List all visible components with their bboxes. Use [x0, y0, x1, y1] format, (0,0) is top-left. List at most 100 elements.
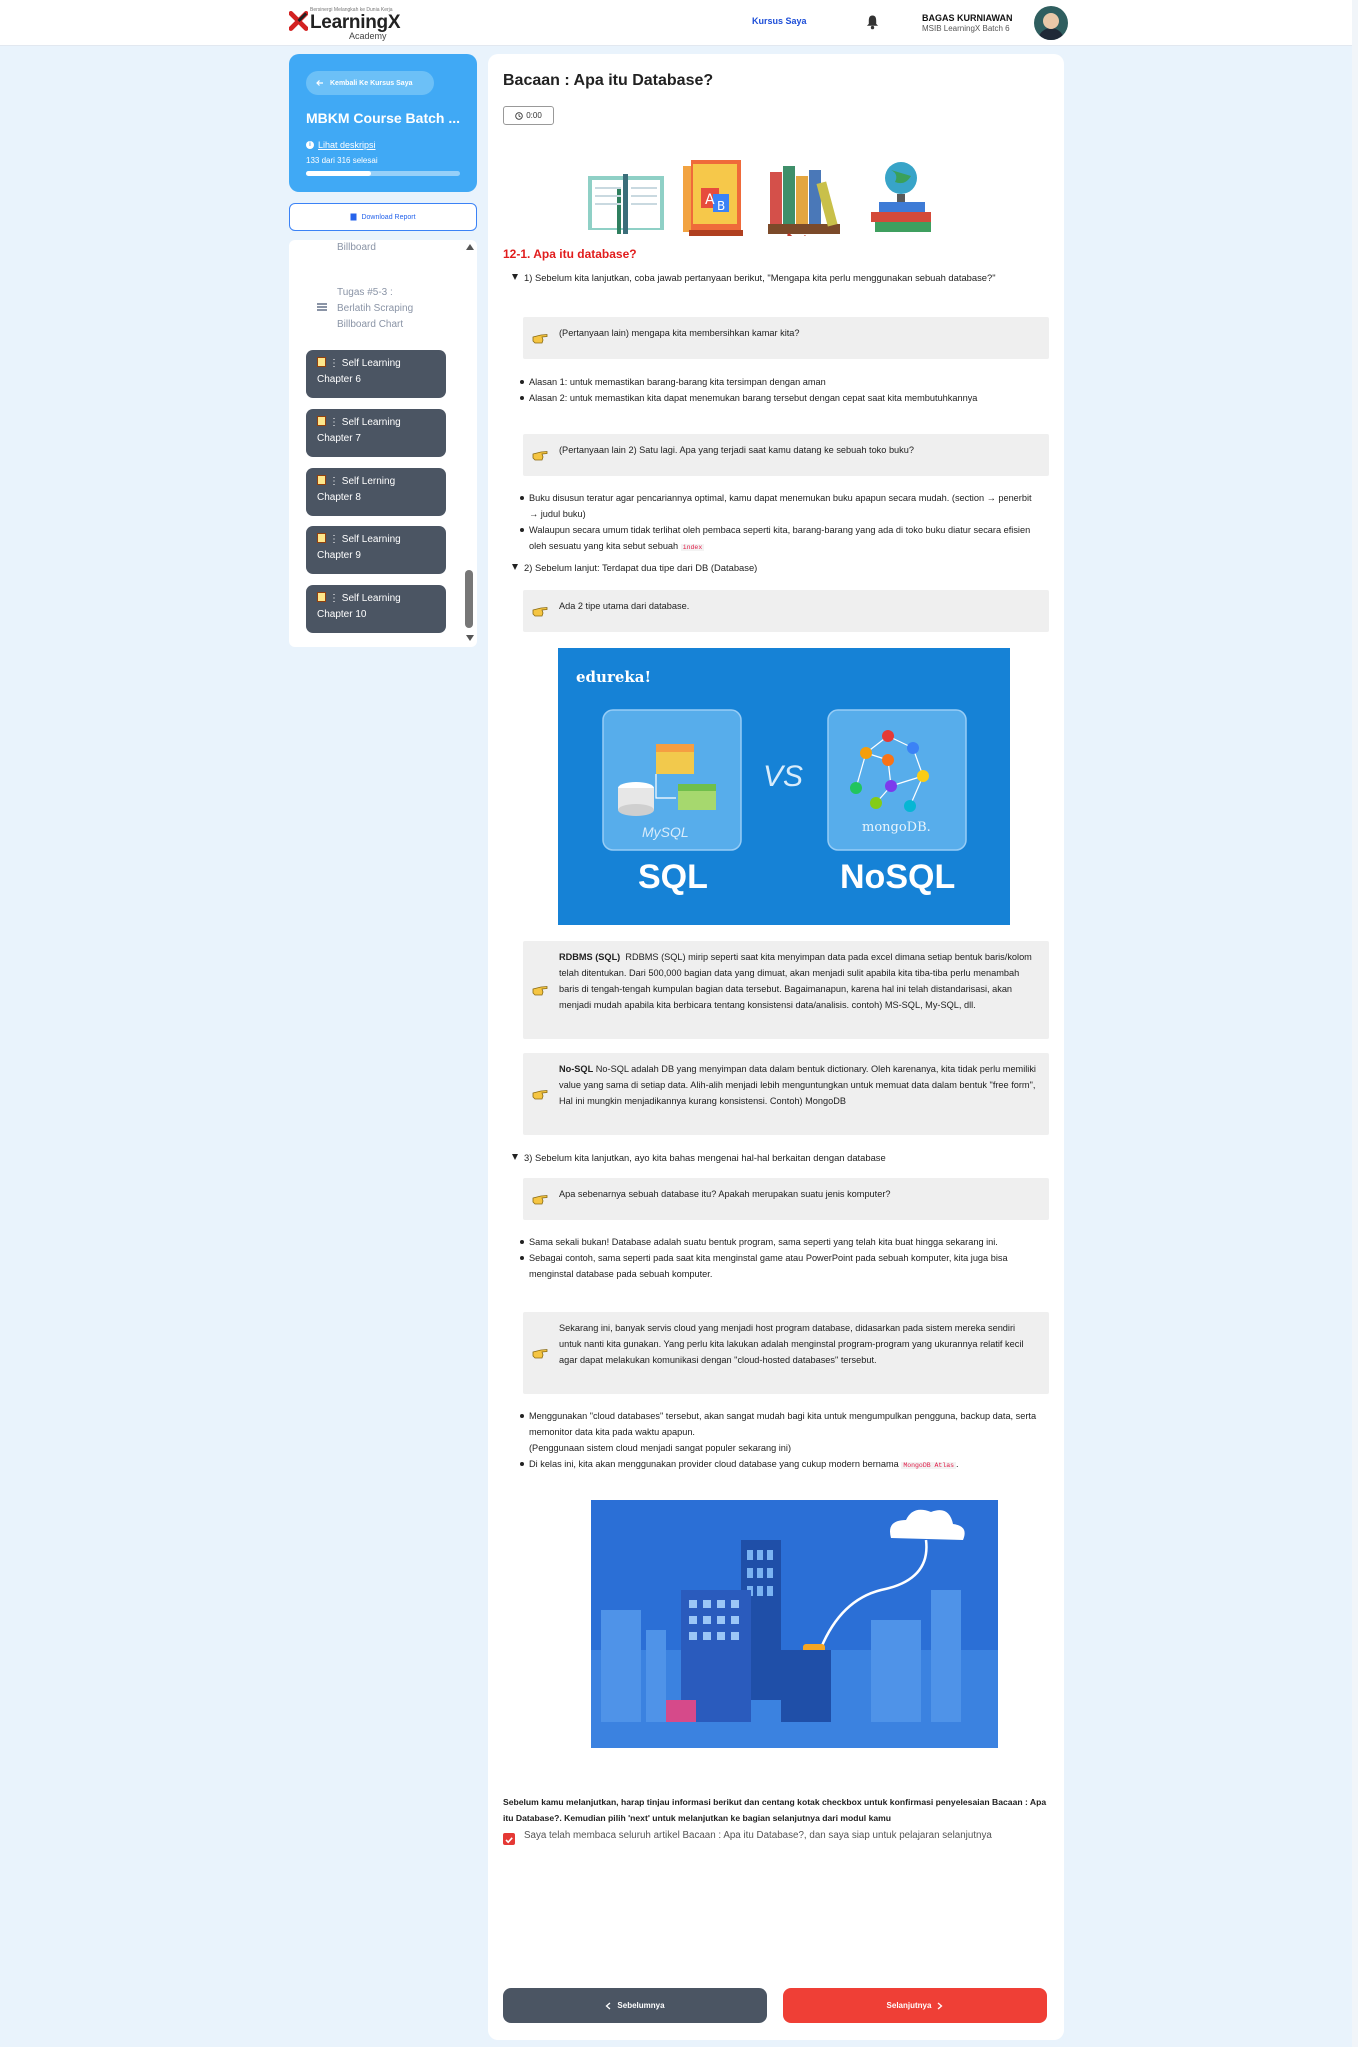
- progress-text: 133 dari 316 selesai: [306, 156, 378, 165]
- document-icon: [350, 213, 357, 221]
- callout-nosql-text: No-SQL No-SQL adalah DB yang menyimpan d…: [559, 1061, 1037, 1109]
- list-2: Buku disusun teratur agar pencariannya o…: [508, 490, 1038, 556]
- section-title: 12-1. Apa itu database?: [503, 247, 637, 261]
- chapter-button-10[interactable]: ⋮ Self Learning Chapter 10: [306, 585, 446, 633]
- back-to-courses-button[interactable]: Kembali Ke Kursus Saya: [306, 71, 434, 95]
- chapter-line2: Chapter 8: [317, 492, 361, 503]
- sidebar-scrollbar[interactable]: [464, 240, 474, 647]
- callout-nosql: No-SQL No-SQL adalah DB yang menyimpan d…: [523, 1053, 1049, 1135]
- disclosure-triangle-icon[interactable]: [512, 274, 518, 280]
- pointing-hand-icon: [532, 607, 548, 617]
- timer: 0:00: [503, 106, 554, 125]
- list-3: Sama sekali bukan! Database adalah suatu…: [508, 1234, 1038, 1282]
- callout-rdbms-bold: RDBMS (SQL): [559, 952, 621, 962]
- list-1: Alasan 1: untuk memastikan barang-barang…: [508, 374, 1038, 406]
- callout-1: (Pertanyaan lain) mengapa kita membersih…: [523, 317, 1049, 359]
- download-label: Download Report: [361, 213, 416, 221]
- book-icon: [317, 357, 326, 367]
- user-batch: MSIB LearningX Batch 6: [922, 24, 1010, 33]
- chapter-line1: Self Learning: [341, 534, 401, 545]
- list-item: Sama sekali bukan! Database adalah suatu…: [508, 1234, 1038, 1250]
- learningx-logo-icon: [289, 11, 308, 31]
- question-1[interactable]: 1) Sebelum kita lanjutkan, coba jawab pe…: [512, 270, 1042, 286]
- callout-1-text: (Pertanyaan lain) mengapa kita membersih…: [559, 328, 800, 338]
- avatar[interactable]: [1034, 6, 1068, 40]
- callout-rdbms: RDBMS (SQL) RDBMS (SQL) mirip seperti sa…: [523, 941, 1049, 1039]
- cloud-database-image: [591, 1500, 998, 1748]
- books-illustration: AB: [588, 160, 931, 236]
- page-title: Bacaan : Apa itu Database?: [503, 72, 714, 89]
- book-icon: [317, 475, 326, 485]
- progress-fill: [306, 171, 371, 176]
- list-item-text: Di kelas ini, kita akan menggunakan prov…: [529, 1459, 899, 1469]
- chapter-list: Billboard Tugas #5-3 : Berlatih Scraping…: [289, 240, 477, 647]
- pointing-hand-icon: [532, 451, 548, 461]
- chapter-line1: Self Learning: [341, 593, 401, 604]
- question-2-text: 2) Sebelum lanjut: Terdapat dua tipe dar…: [524, 562, 758, 573]
- chapter-line1: Self Lerning: [341, 476, 396, 487]
- list-item-tugas[interactable]: Tugas #5-3 : Berlatih Scraping Billboard…: [337, 285, 413, 333]
- checkbox-icon[interactable]: [503, 1833, 515, 1845]
- disclosure-triangle-icon[interactable]: [512, 1154, 518, 1160]
- list-item: Alasan 2: untuk memastikan kita dapat me…: [508, 390, 1038, 406]
- disclosure-triangle-icon[interactable]: [512, 564, 518, 570]
- top-navbar: Bersinergi Melangkah ke Dunia Kerja Lear…: [0, 0, 1358, 46]
- course-title: MBKM Course Batch ...: [306, 110, 461, 126]
- chapter-line2: Chapter 7: [317, 433, 361, 444]
- chapter-line2: Chapter 9: [317, 550, 361, 561]
- chapter-line2: Chapter 10: [317, 609, 367, 620]
- scroll-thumb[interactable]: [465, 570, 473, 628]
- list-item: Buku disusun teratur agar pencariannya o…: [508, 490, 1038, 522]
- chapter-line1: Self Learning: [341, 417, 401, 428]
- book-icon: [317, 416, 326, 426]
- sql-vs-nosql-image: edureka! MySQL mongoDB. VS SQL NoSQL: [558, 648, 1010, 925]
- list-icon: [317, 303, 327, 311]
- previous-button[interactable]: Sebelumnya: [503, 1988, 767, 2023]
- download-report-button[interactable]: Download Report: [289, 203, 477, 231]
- arrow-left-icon: [316, 80, 323, 86]
- next-button[interactable]: Selanjutnya: [783, 1988, 1047, 2023]
- confirmation-text: Sebelum kamu melanjutkan, harap tinjau i…: [503, 1797, 1047, 1823]
- back-label: Kembali Ke Kursus Saya: [330, 79, 413, 87]
- pointing-hand-icon: [532, 1090, 548, 1100]
- chapter-button-9[interactable]: ⋮ Self Learning Chapter 9: [306, 526, 446, 574]
- learningx-logo[interactable]: Bersinergi Melangkah ke Dunia Kerja Lear…: [289, 7, 401, 41]
- list-item: Di kelas ini, kita akan menggunakan prov…: [508, 1456, 1038, 1474]
- callout-6-text: Apa sebenarnya sebuah database itu? Apak…: [559, 1189, 891, 1199]
- callout-rdbms-body: RDBMS (SQL) mirip seperti saat kita meny…: [559, 952, 1032, 1010]
- callout-nosql-body: No-SQL adalah DB yang menyimpan data dal…: [559, 1064, 1036, 1106]
- checkbox-label: Saya telah membaca seluruh artikel Bacaa…: [524, 1830, 992, 1841]
- book-icon: [317, 533, 326, 543]
- description-link[interactable]: i Lihat deskripsi: [306, 140, 376, 150]
- callout-3-text: Ada 2 tipe utama dari database.: [559, 601, 690, 611]
- callout-7-text: Sekarang ini, banyak servis cloud yang m…: [559, 1323, 1024, 1365]
- page-scrollbar[interactable]: [1352, 0, 1358, 2047]
- timer-value: 0:00: [526, 111, 542, 120]
- tugas-line: Billboard Chart: [337, 319, 404, 330]
- info-icon: i: [306, 141, 314, 149]
- list-item: Walaupun secara umum tidak terlihat oleh…: [508, 522, 1038, 556]
- callout-6: Apa sebenarnya sebuah database itu? Apak…: [523, 1178, 1049, 1220]
- question-3-text: 3) Sebelum kita lanjutkan, ayo kita baha…: [524, 1152, 886, 1163]
- chapter-line1: Self Learning: [341, 358, 401, 369]
- question-3[interactable]: 3) Sebelum kita lanjutkan, ayo kita baha…: [512, 1150, 1042, 1166]
- scroll-down-icon[interactable]: [466, 635, 474, 641]
- list-item: Menggunakan "cloud databases" tersebut, …: [508, 1408, 1038, 1440]
- next-label: Selanjutnya: [886, 2001, 932, 2010]
- bell-icon[interactable]: [866, 14, 879, 30]
- chapter-line2: Chapter 6: [317, 374, 361, 385]
- list-note-text: (Penggunaan sistem cloud menjadi sangat …: [529, 1443, 792, 1453]
- chapter-button-6[interactable]: ⋮ Self Learning Chapter 6: [306, 350, 446, 398]
- nav-kursus-saya[interactable]: Kursus Saya: [752, 16, 807, 26]
- chapter-button-8[interactable]: ⋮ Self Lerning Chapter 8: [306, 468, 446, 516]
- question-2[interactable]: 2) Sebelum lanjut: Terdapat dua tipe dar…: [512, 560, 1042, 576]
- callout-7: Sekarang ini, banyak servis cloud yang m…: [523, 1312, 1049, 1394]
- list-item-billboard[interactable]: Billboard: [337, 242, 376, 253]
- callout-rdbms-text: RDBMS (SQL) RDBMS (SQL) mirip seperti sa…: [559, 949, 1037, 1013]
- list-note: (Penggunaan sistem cloud menjadi sangat …: [508, 1440, 1038, 1456]
- chapter-button-7[interactable]: ⋮ Self Learning Chapter 7: [306, 409, 446, 457]
- scroll-up-icon[interactable]: [466, 244, 474, 250]
- pointing-hand-icon: [532, 334, 548, 344]
- previous-label: Sebelumnya: [617, 2001, 665, 2010]
- user-name[interactable]: BAGAS KURNIAWAN: [922, 13, 1013, 23]
